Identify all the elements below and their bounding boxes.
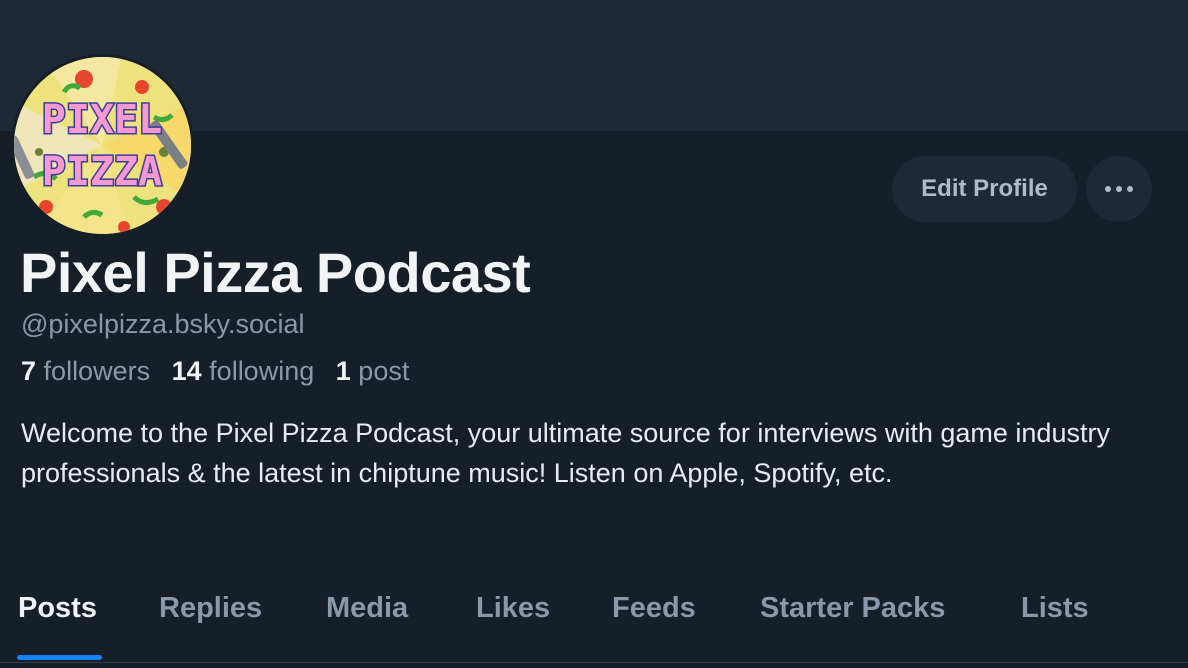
posts-count: 1	[335, 356, 351, 386]
tabs-divider	[0, 662, 1188, 663]
edit-profile-button[interactable]: Edit Profile	[892, 156, 1077, 222]
profile-page: PIXEL PIZZA Edit Profile Pixel Pizza Pod…	[0, 0, 1188, 668]
edit-profile-label: Edit Profile	[921, 175, 1048, 202]
posts-label: post	[358, 356, 410, 386]
tab-starter-packs[interactable]: Starter Packs	[760, 592, 945, 625]
followers-label: followers	[43, 356, 151, 386]
display-name: Pixel Pizza Podcast	[20, 241, 531, 304]
following-label: following	[209, 356, 315, 386]
active-tab-indicator	[17, 655, 102, 660]
pizza-logo-image: PIXEL PIZZA	[14, 57, 191, 234]
profile-bio: Welcome to the Pixel Pizza Podcast, your…	[21, 418, 1110, 488]
more-options-button[interactable]	[1086, 156, 1152, 222]
avatar[interactable]: PIXEL PIZZA	[11, 54, 194, 237]
profile-tabs: Posts Replies Media Likes Feeds Starter …	[0, 580, 1188, 662]
followers-count: 7	[21, 356, 37, 386]
followers-stat[interactable]: 7 followers	[21, 356, 150, 386]
tab-likes[interactable]: Likes	[476, 592, 550, 625]
tab-lists[interactable]: Lists	[1021, 592, 1089, 625]
tab-media[interactable]: Media	[326, 592, 408, 625]
tab-replies[interactable]: Replies	[159, 592, 262, 625]
ellipsis-icon	[1105, 186, 1133, 192]
tab-feeds[interactable]: Feeds	[612, 592, 696, 625]
profile-stats: 7 followers 14 following 1 post	[21, 356, 423, 387]
profile-handle: @pixelpizza.bsky.social	[21, 309, 305, 339]
posts-stat: 1 post	[336, 356, 410, 386]
avatar-text-line1: PIXEL	[42, 97, 162, 143]
following-stat[interactable]: 14 following	[172, 356, 315, 386]
following-count: 14	[171, 356, 202, 386]
tab-posts[interactable]: Posts	[18, 592, 97, 625]
avatar-text-line2: PIZZA	[42, 149, 162, 195]
